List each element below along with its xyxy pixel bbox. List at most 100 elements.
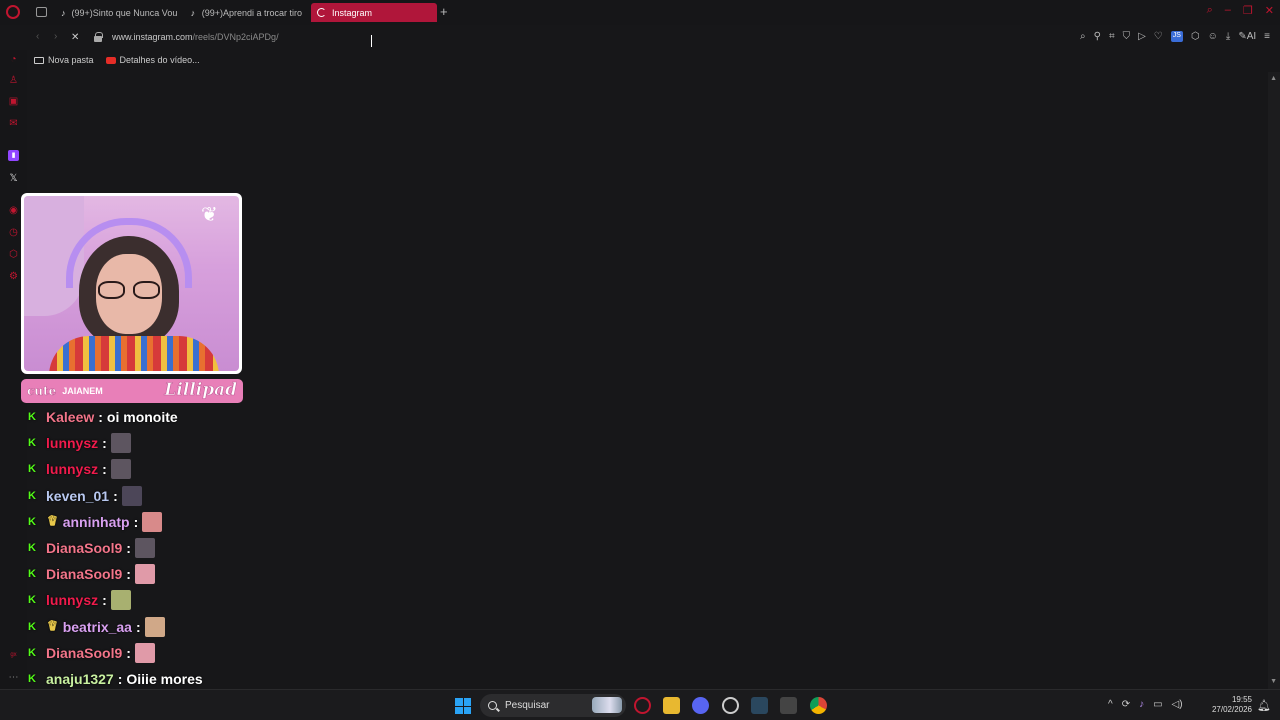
scroll-up-icon[interactable]: ▲ <box>1270 75 1277 82</box>
stop-loading-icon[interactable]: ✕ <box>71 32 81 43</box>
kick-badge-icon: K <box>28 542 36 555</box>
scrollbar[interactable] <box>1268 72 1280 689</box>
snapshot-icon[interactable]: ⌗ <box>1109 31 1115 42</box>
banner-logo-right: Lillipad <box>164 380 237 401</box>
chat-username[interactable]: lunnysz <box>46 461 98 477</box>
search-icon <box>488 701 497 710</box>
workspaces-icon[interactable]: ♙ <box>8 75 19 86</box>
tiktok-icon: ♪ <box>61 7 66 18</box>
chat-message: Kkeven_01 : <box>28 483 268 509</box>
chat-text: Oiiie mores <box>126 670 203 687</box>
steam-icon[interactable] <box>751 697 768 714</box>
taskbar-clock[interactable]: 19:55 27/02/2026 <box>1206 695 1252 715</box>
chat-message: K 🍟︎ beatrix_aa : <box>28 614 268 640</box>
chat-separator: : <box>102 435 107 452</box>
bookmark-nova-pasta[interactable]: Nova pasta <box>34 55 94 65</box>
url-domain: www.instagram.com <box>112 32 193 42</box>
url-path: /reels/DVNp2ciAPDg/ <box>192 32 279 42</box>
opera-taskbar-icon[interactable] <box>634 697 651 714</box>
chat-username[interactable]: lunnysz <box>46 592 98 608</box>
address-bar-tools: ⌕ ⚲ ⌗ ⛉ ▷ ♡ JS ⬡ ☺ ⤓ ✎AI ≡ <box>1080 31 1270 42</box>
chat-emote <box>142 511 163 532</box>
twitch-icon[interactable]: ▮ <box>8 150 19 161</box>
whatsapp-icon[interactable]: ✉ <box>8 118 19 129</box>
chat-username[interactable]: DianaSool9 <box>46 566 122 582</box>
menu-icon[interactable]: ≡ <box>1264 31 1270 42</box>
ai-icon[interactable]: ✎AI <box>1238 31 1256 42</box>
chat-message: Klunnysz : <box>28 587 268 613</box>
taskbar-search[interactable]: Pesquisar <box>480 694 626 717</box>
extensions-sidebar-icon[interactable]: ⬡ <box>8 249 19 260</box>
chat-username[interactable]: beatrix_aa <box>63 619 132 635</box>
pin-icon[interactable]: ⚲ <box>1094 31 1101 42</box>
vpn-icon[interactable]: ⛉ <box>1123 31 1131 42</box>
chat-username[interactable]: anaju1327 <box>46 671 114 687</box>
tab-menu-icon[interactable] <box>36 7 47 17</box>
settings-icon[interactable]: ⚙ <box>8 271 19 282</box>
gx-icon[interactable]: gx <box>8 650 19 661</box>
chevron-up-icon[interactable]: ^ <box>1108 699 1113 710</box>
back-button[interactable]: ‹ <box>36 31 39 42</box>
url-field[interactable]: www.instagram.com/reels/DVNp2ciAPDg/ <box>112 32 279 42</box>
striped-shirt <box>49 336 219 371</box>
clock-date: 27/02/2026 <box>1211 705 1252 714</box>
network-icon[interactable]: ▭ <box>1153 699 1162 710</box>
lock-icon[interactable] <box>94 32 103 42</box>
chat-separator: : <box>102 461 107 478</box>
chat-message: Klunnysz : <box>28 456 268 482</box>
more-icon[interactable]: ⋯ <box>8 672 19 683</box>
kick-badge-icon: K <box>28 594 36 607</box>
play-icon[interactable]: ▷ <box>1138 31 1146 42</box>
bookmark-detalhes-do-video[interactable]: Detalhes do vídeo... <box>105 55 200 65</box>
chat-username[interactable]: DianaSool9 <box>46 645 122 661</box>
chat-username[interactable]: lunnysz <box>46 435 98 451</box>
chat-emote <box>110 459 131 480</box>
tab-aprendi-a-trocar-tiro[interactable]: ♪ (99+)Aprendi a trocar tiro <box>184 3 308 22</box>
scroll-down-icon[interactable]: ▼ <box>1270 678 1277 685</box>
messenger-icon[interactable]: ▣ <box>8 96 19 107</box>
chat-username[interactable]: anninhatp <box>63 514 130 530</box>
chat-username[interactable]: Kaleew <box>46 409 94 425</box>
tab-sinto-que-nunca-vou[interactable]: ♪ (99+)Sinto que Nunca Vou <box>55 3 179 22</box>
notification-icon[interactable]: 🔔︎ <box>1257 699 1271 712</box>
volume-icon[interactable]: ◁) <box>1172 699 1183 710</box>
streamer-name: JAIANEM <box>62 386 103 396</box>
webcam-feed: ❦ <box>24 196 239 371</box>
forward-button[interactable]: › <box>54 31 57 42</box>
windows-start-icon[interactable] <box>455 698 471 714</box>
minimize-button[interactable]: – <box>1225 4 1231 17</box>
file-explorer-icon[interactable] <box>663 697 680 714</box>
banner-logo-left: cute <box>27 384 57 399</box>
download-icon[interactable]: ⤓ <box>1226 31 1230 42</box>
chat-separator: : <box>126 566 131 583</box>
text-cursor <box>371 35 373 47</box>
js-icon[interactable]: JS <box>1170 31 1183 42</box>
kick-badge-icon: K <box>28 411 36 424</box>
profile-icon[interactable]: ☺ <box>1208 31 1218 42</box>
chat-separator: : <box>102 592 107 609</box>
chrome-icon[interactable] <box>810 697 827 714</box>
search-tabs-icon[interactable]: ⌕ <box>1207 4 1213 17</box>
app-icon[interactable] <box>780 697 797 714</box>
opera-logo-icon[interactable] <box>6 5 20 19</box>
aria-icon[interactable]: ◔ <box>8 54 19 65</box>
kick-badge-icon: K <box>28 515 36 528</box>
chat-message: K DianaSool9 : <box>28 640 268 666</box>
tab-instagram[interactable]: Instagram <box>311 3 437 22</box>
player-icon[interactable]: ◉ <box>8 205 19 216</box>
new-tab-button[interactable]: + <box>440 4 448 19</box>
obs-icon[interactable] <box>722 697 739 714</box>
close-button[interactable]: ✕ <box>1265 4 1274 17</box>
history-icon[interactable]: ◷ <box>8 227 19 238</box>
x-icon[interactable]: 𝕏 <box>8 173 19 184</box>
fries-badge-icon: 🍟︎ <box>46 516 59 528</box>
discord-icon[interactable] <box>692 697 709 714</box>
chat-username[interactable]: keven_01 <box>46 488 109 504</box>
heart-icon[interactable]: ♡ <box>1154 31 1163 42</box>
zoom-icon[interactable]: ⌕ <box>1080 31 1086 42</box>
microphone-icon[interactable]: ♪ <box>1139 699 1144 710</box>
maximize-button[interactable]: ❐ <box>1243 4 1253 17</box>
chat-username[interactable]: DianaSool9 <box>46 540 122 556</box>
sync-icon[interactable]: ⟳ <box>1122 699 1130 710</box>
extensions-icon[interactable]: ⬡ <box>1191 31 1200 42</box>
